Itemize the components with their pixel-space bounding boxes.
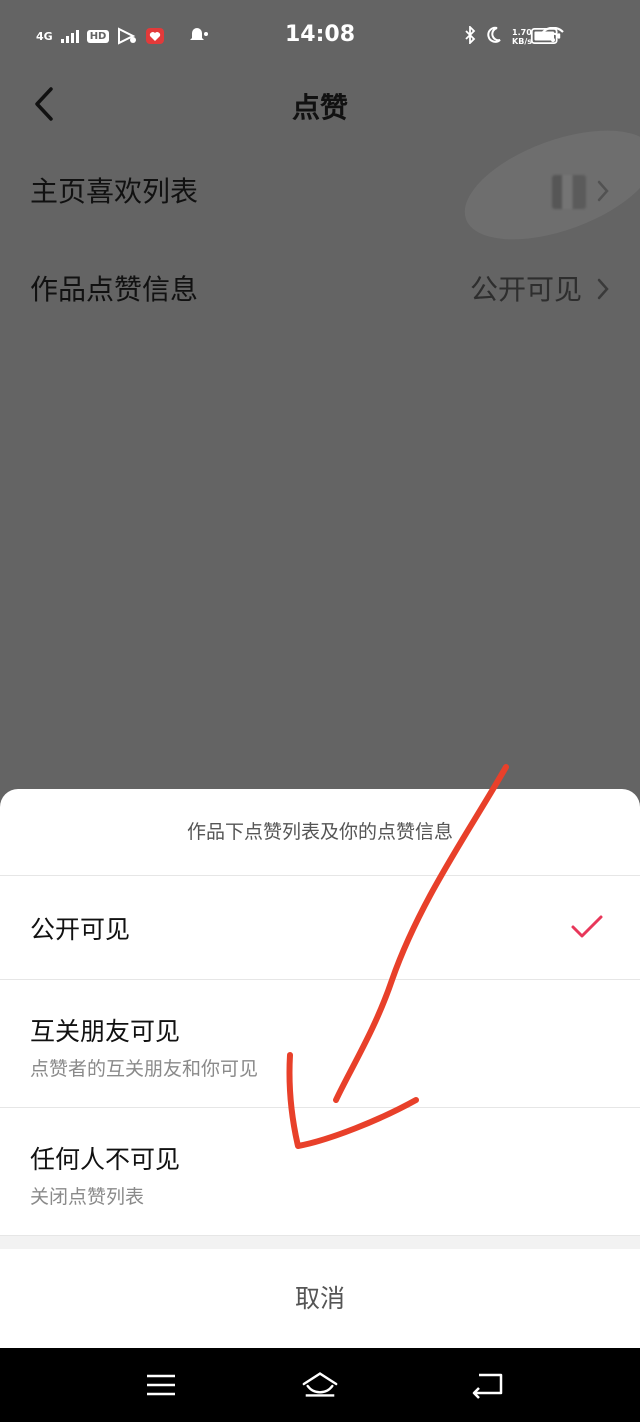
checkmark-icon	[570, 914, 604, 944]
top-nav: 点赞	[0, 72, 640, 136]
settings-row-label: 作品点赞信息	[30, 273, 199, 306]
option-nobody[interactable]: 任何人不可见 关闭点赞列表	[0, 1108, 640, 1236]
speed-value: 1.70	[512, 28, 532, 37]
option-title: 任何人不可见	[30, 1145, 181, 1174]
menu-button[interactable]	[141, 1368, 181, 1402]
home-icon	[302, 1372, 338, 1397]
system-nav-bar	[0, 1348, 640, 1422]
chevron-right-icon	[596, 277, 610, 305]
bottom-sheet: 作品下点赞列表及你的点赞信息 公开可见 互关朋友可见 点赞者的互关朋友和你可见 …	[0, 789, 640, 1348]
settings-row-value: 公开可见	[469, 273, 582, 306]
option-public[interactable]: 公开可见	[0, 876, 640, 980]
back-nav-button[interactable]	[468, 1368, 508, 1402]
cancel-button[interactable]: 取消	[0, 1249, 640, 1348]
bluetooth-icon	[464, 24, 476, 48]
status-bar: 4G HD 14:08 1.70 KB/s	[0, 0, 640, 72]
home-button[interactable]	[300, 1368, 340, 1402]
settings-row-label: 主页喜欢列表	[30, 175, 199, 208]
settings-row-like-info[interactable]: 作品点赞信息 公开可见	[0, 241, 640, 339]
page-title: 点赞	[291, 91, 348, 124]
menu-icon	[147, 1374, 175, 1396]
speed-unit: KB/s	[512, 37, 532, 46]
option-mutual-friends[interactable]: 互关朋友可见 点赞者的互关朋友和你可见	[0, 980, 640, 1108]
back-nav-icon	[472, 1373, 503, 1399]
sheet-title: 作品下点赞列表及你的点赞信息	[0, 789, 640, 876]
moon-icon	[486, 26, 502, 48]
sheet-divider	[0, 1236, 640, 1249]
option-subtitle: 关闭点赞列表	[30, 1186, 145, 1208]
battery-icon	[530, 28, 561, 44]
option-title: 互关朋友可见	[30, 1017, 181, 1046]
option-title: 公开可见	[30, 915, 131, 944]
option-subtitle: 点赞者的互关朋友和你可见	[30, 1058, 259, 1080]
network-speed: 1.70 KB/s	[512, 28, 532, 46]
